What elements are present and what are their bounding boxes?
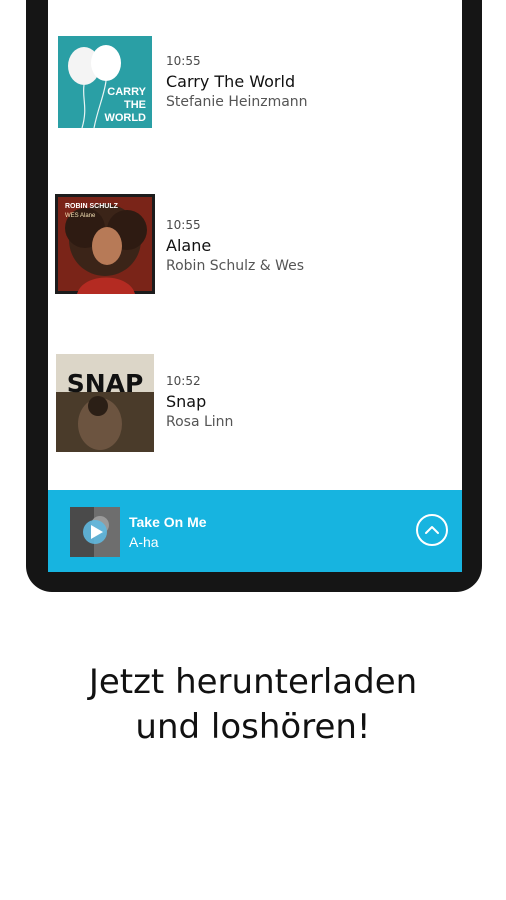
cover-text: SNAP (67, 369, 144, 398)
track-artist: Robin Schulz & Wes (166, 258, 305, 274)
cover-text: WORLD (104, 112, 146, 124)
track-time: 10:52 (166, 374, 201, 388)
expand-player-button[interactable] (416, 514, 448, 546)
track-artist: Rosa Linn (166, 414, 234, 430)
promo-headline: Jetzt herunterladen und loshören! (0, 660, 506, 750)
track-row[interactable]: ROBIN SCHULZ WES Alane 10:55 Alane Robin… (48, 194, 462, 304)
track-time: 10:55 (166, 218, 201, 232)
track-title: Carry The World (166, 72, 296, 91)
track-row[interactable]: CARRY THE WORLD 10:55 Carry The World St… (48, 36, 462, 146)
cover-text: THE (124, 99, 146, 111)
cover-text: ROBIN SCHULZ (65, 203, 119, 210)
cover-text: CARRY (107, 86, 146, 98)
album-cover: CARRY THE WORLD (58, 36, 152, 128)
now-playing-cover[interactable] (70, 507, 120, 557)
chevron-up-icon (425, 526, 439, 534)
track-row[interactable]: SNAP 10:52 Snap Rosa Linn (48, 354, 462, 464)
album-cover: ROBIN SCHULZ WES Alane (55, 194, 155, 294)
track-artist: Stefanie Heinzmann (166, 94, 308, 110)
cover-text: WES Alane (65, 213, 96, 219)
mini-player[interactable]: Take On Me A-ha (48, 490, 462, 572)
headline-line-2: und loshören! (135, 707, 371, 747)
album-cover: SNAP (56, 354, 154, 452)
track-time: 10:55 (166, 54, 201, 68)
screenshot-page: CARRY THE WORLD 10:55 Carry The World St… (0, 0, 506, 900)
track-title: Alane (166, 236, 212, 255)
app-screen: CARRY THE WORLD 10:55 Carry The World St… (48, 0, 462, 572)
now-playing-artist: A-ha (129, 534, 159, 550)
now-playing-title: Take On Me (129, 514, 207, 530)
headline-line-1: Jetzt herunterladen (88, 662, 418, 702)
track-title: Snap (166, 392, 207, 411)
